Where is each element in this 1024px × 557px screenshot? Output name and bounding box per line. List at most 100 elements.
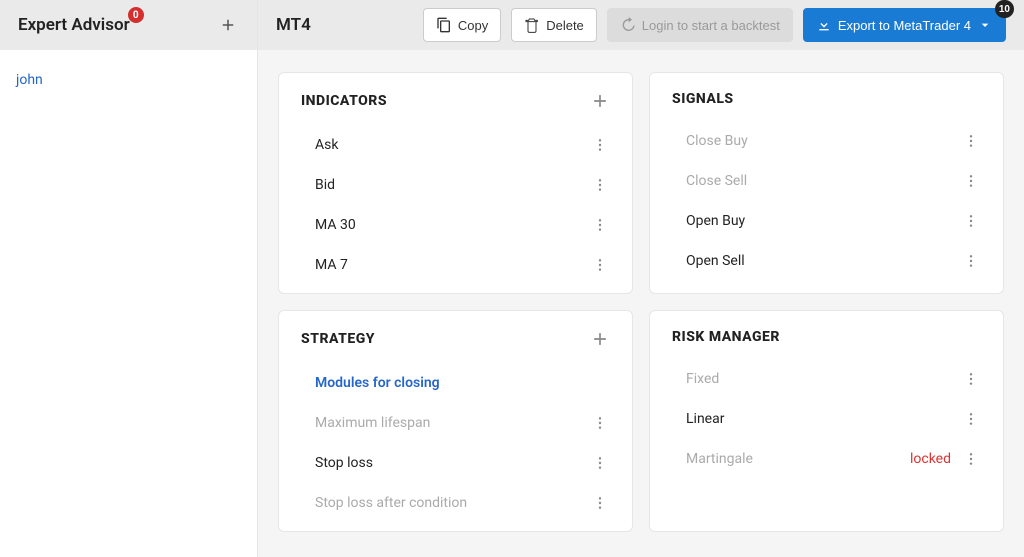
plus-icon: [219, 16, 237, 34]
card-header: STRATEGY: [301, 329, 610, 349]
sidebar-title: Expert Advisor 0: [18, 15, 130, 35]
history-icon: [620, 17, 636, 33]
copy-button[interactable]: Copy: [423, 8, 501, 42]
add-advisor-button[interactable]: [217, 14, 239, 36]
item-menu-button[interactable]: [590, 413, 610, 433]
list-item[interactable]: MA 30: [301, 205, 610, 245]
main: MT4 Copy Delete Login to start a backtes…: [258, 0, 1024, 557]
kebab-icon: [963, 213, 979, 229]
delete-button[interactable]: Delete: [511, 8, 597, 42]
topbar: MT4 Copy Delete Login to start a backtes…: [258, 0, 1024, 50]
card-title: SIGNALS: [672, 91, 734, 107]
item-label: Close Buy: [686, 133, 748, 149]
card-title: RISK MANAGER: [672, 329, 780, 345]
item-label: MA 30: [315, 217, 356, 233]
add-indicator-button[interactable]: [590, 91, 610, 111]
copy-icon: [436, 17, 452, 33]
card-title: INDICATORS: [301, 93, 387, 109]
section-label: Modules for closing: [315, 375, 440, 391]
cards-grid: INDICATORS Ask Bid MA 30: [278, 72, 1004, 532]
kebab-icon: [592, 177, 608, 193]
item-label: Close Sell: [686, 173, 747, 189]
kebab-icon: [963, 173, 979, 189]
card-indicators: INDICATORS Ask Bid MA 30: [278, 72, 633, 294]
list-item[interactable]: Linear: [672, 399, 981, 439]
kebab-icon: [592, 415, 608, 431]
item-menu-button[interactable]: [590, 215, 610, 235]
plus-icon: [590, 91, 610, 111]
card-signals: SIGNALS Close Buy Close Sell Open Buy: [649, 72, 1004, 294]
page-title: MT4: [276, 15, 311, 35]
section-header: Modules for closing: [301, 363, 610, 403]
item-label: Maximum lifespan: [315, 415, 430, 431]
kebab-icon: [592, 455, 608, 471]
list-item[interactable]: Fixed: [672, 359, 981, 399]
list-item[interactable]: Martingale locked: [672, 439, 981, 479]
item-label: Stop loss after condition: [315, 495, 467, 511]
item-menu-button[interactable]: [961, 251, 981, 271]
item-menu-button[interactable]: [961, 171, 981, 191]
plus-icon: [590, 329, 610, 349]
kebab-icon: [963, 451, 979, 467]
kebab-icon: [963, 253, 979, 269]
item-label: Bid: [315, 177, 335, 193]
list-item[interactable]: Ask: [301, 125, 610, 165]
trash-icon: [524, 17, 540, 33]
item-label: Stop loss: [315, 455, 373, 471]
item-label: Ask: [315, 137, 338, 153]
item-menu-button[interactable]: [590, 255, 610, 275]
item-menu-button[interactable]: [590, 175, 610, 195]
list-item[interactable]: Close Sell: [672, 161, 981, 201]
card-header: RISK MANAGER: [672, 329, 981, 345]
item-menu-button[interactable]: [961, 369, 981, 389]
card-strategy: STRATEGY Modules for closing Maximum lif…: [278, 310, 633, 532]
export-button[interactable]: Export to MetaTrader 4 10: [803, 8, 1006, 42]
caret-down-icon: [977, 17, 993, 33]
list-item[interactable]: Open Sell: [672, 241, 981, 281]
card-risk-manager: RISK MANAGER Fixed Linear Martingale loc…: [649, 310, 1004, 532]
item-label: MA 7: [315, 257, 348, 273]
delete-label: Delete: [546, 18, 584, 33]
item-menu-button[interactable]: [590, 493, 610, 513]
item-label: Linear: [686, 411, 724, 427]
notification-badge: 0: [128, 7, 144, 23]
list-item[interactable]: Open Buy: [672, 201, 981, 241]
item-menu-button[interactable]: [590, 135, 610, 155]
item-menu-button[interactable]: [961, 409, 981, 429]
sidebar: Expert Advisor 0 john: [0, 0, 258, 557]
content: INDICATORS Ask Bid MA 30: [258, 50, 1024, 557]
kebab-icon: [592, 495, 608, 511]
download-icon: [816, 17, 832, 33]
list-item[interactable]: Stop loss: [301, 443, 610, 483]
export-badge: 10: [995, 0, 1014, 18]
item-label: Open Buy: [686, 213, 745, 229]
export-label: Export to MetaTrader 4: [838, 18, 971, 33]
list-item[interactable]: Stop loss after condition: [301, 483, 610, 523]
item-menu-button[interactable]: [961, 211, 981, 231]
list-item[interactable]: Maximum lifespan: [301, 403, 610, 443]
kebab-icon: [592, 137, 608, 153]
sidebar-header: Expert Advisor 0: [0, 0, 257, 50]
item-menu-button[interactable]: [961, 131, 981, 151]
backtest-label: Login to start a backtest: [642, 18, 780, 33]
sidebar-item-john[interactable]: john: [16, 72, 241, 88]
list-item[interactable]: MA 7: [301, 245, 610, 285]
sidebar-list: john: [0, 50, 257, 110]
card-header: SIGNALS: [672, 91, 981, 107]
kebab-icon: [592, 217, 608, 233]
backtest-button: Login to start a backtest: [607, 8, 793, 42]
item-label: Fixed: [686, 371, 719, 387]
kebab-icon: [592, 257, 608, 273]
list-item[interactable]: Bid: [301, 165, 610, 205]
sidebar-title-text: Expert Advisor: [18, 15, 130, 35]
kebab-icon: [963, 371, 979, 387]
locked-label: locked: [910, 451, 951, 467]
item-menu-button[interactable]: [961, 449, 981, 469]
item-menu-button[interactable]: [590, 453, 610, 473]
list-item[interactable]: Close Buy: [672, 121, 981, 161]
card-header: INDICATORS: [301, 91, 610, 111]
item-label: Open Sell: [686, 253, 745, 269]
item-label: Martingale: [686, 451, 753, 467]
add-strategy-button[interactable]: [590, 329, 610, 349]
kebab-icon: [963, 411, 979, 427]
